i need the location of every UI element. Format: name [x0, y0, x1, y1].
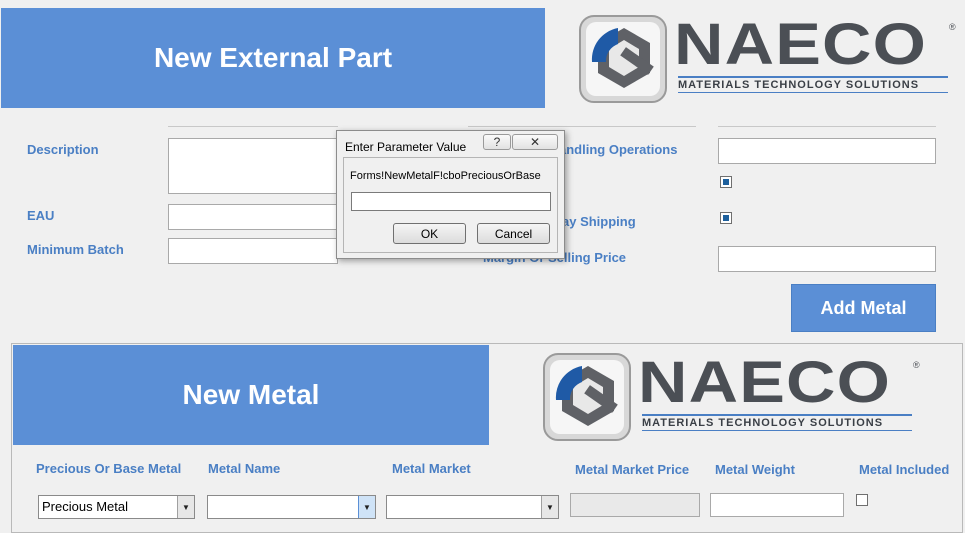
logo-divider — [642, 414, 912, 416]
label-description: Description — [27, 142, 99, 157]
logo-tagline: MATERIALS TECHNOLOGY SOLUTIONS — [678, 79, 920, 91]
logo-registered-mark: ® — [913, 360, 920, 370]
dialog-body: Forms!NewMetalF!cboPreciousOrBase OK Can… — [343, 157, 558, 253]
precious-or-base-value: Precious Metal — [42, 499, 128, 514]
label-eau: EAU — [27, 208, 55, 223]
chevron-down-icon[interactable]: ▼ — [358, 496, 375, 518]
logo-divider — [678, 76, 948, 78]
parameter-dialog: Enter Parameter Value ? ✕ Forms!NewMetal… — [336, 130, 565, 259]
metal-included-checkbox[interactable] — [856, 494, 868, 506]
add-metal-button-label: Add Metal — [820, 297, 907, 318]
header-metal-weight: Metal Weight — [715, 462, 795, 477]
naeco-logo-secondary: NAECO ® MATERIALS TECHNOLOGY SOLUTIONS — [542, 352, 927, 444]
label-way-shipping: ay Shipping — [562, 214, 636, 229]
logo-wordmark: NAECO — [638, 350, 892, 415]
metal-market-price-field — [570, 493, 700, 517]
help-icon: ? — [493, 135, 501, 149]
chevron-down-icon[interactable]: ▼ — [541, 496, 558, 518]
naeco-emblem-icon — [579, 15, 667, 103]
label-handling-operations: andling Operations — [559, 142, 678, 157]
dialog-prompt: Forms!NewMetalF!cboPreciousOrBase — [350, 170, 541, 182]
header-precious-or-base: Precious Or Base Metal — [36, 461, 182, 476]
metal-title-banner: New Metal — [13, 345, 489, 445]
naeco-logo: NAECO ® MATERIALS TECHNOLOGY SOLUTIONS — [578, 14, 963, 106]
ok-button-label: OK — [420, 226, 439, 241]
eau-input[interactable] — [168, 204, 338, 230]
metal-name-combo[interactable]: ▼ — [207, 495, 376, 519]
naeco-emblem-icon — [543, 353, 631, 441]
header-metal-market: Metal Market — [392, 461, 471, 476]
dialog-title: Enter Parameter Value — [345, 140, 467, 154]
parameter-input[interactable] — [351, 192, 551, 211]
way-shipping-checkbox[interactable] — [720, 212, 732, 224]
close-icon: ✕ — [529, 135, 541, 149]
top-line-left — [168, 126, 338, 127]
option-checkbox-1[interactable] — [720, 176, 732, 188]
top-line-right — [718, 126, 936, 127]
minimum-batch-input[interactable] — [168, 238, 338, 264]
metal-title: New Metal — [182, 379, 320, 410]
logo-divider-bottom — [678, 92, 948, 93]
top-line-middle — [468, 126, 696, 127]
handling-operations-input[interactable] — [718, 138, 936, 164]
help-button[interactable]: ? — [483, 134, 511, 150]
margin-selling-price-input[interactable] — [718, 246, 936, 272]
header-metal-market-price: Metal Market Price — [575, 462, 690, 477]
metal-weight-input[interactable] — [710, 493, 844, 517]
add-metal-button[interactable]: Add Metal — [791, 284, 936, 332]
header-metal-included: Metal Included — [859, 462, 950, 477]
close-button[interactable]: ✕ — [512, 134, 558, 150]
logo-registered-mark: ® — [949, 22, 956, 32]
label-minimum-batch: Minimum Batch — [27, 242, 124, 257]
part-title: New External Part — [153, 42, 393, 73]
logo-divider-bottom — [642, 430, 912, 431]
cancel-button-label: Cancel — [494, 226, 533, 241]
header-metal-name: Metal Name — [208, 461, 281, 476]
cancel-button[interactable]: Cancel — [477, 223, 550, 244]
chevron-down-icon[interactable]: ▼ — [177, 496, 194, 518]
description-input[interactable] — [168, 138, 338, 194]
precious-or-base-combo[interactable]: Precious Metal ▼ — [38, 495, 195, 519]
ok-button[interactable]: OK — [393, 223, 466, 244]
logo-tagline: MATERIALS TECHNOLOGY SOLUTIONS — [642, 417, 884, 429]
logo-wordmark: NAECO — [674, 12, 928, 77]
metal-market-combo[interactable]: ▼ — [386, 495, 559, 519]
part-title-banner: New External Part — [1, 8, 545, 108]
